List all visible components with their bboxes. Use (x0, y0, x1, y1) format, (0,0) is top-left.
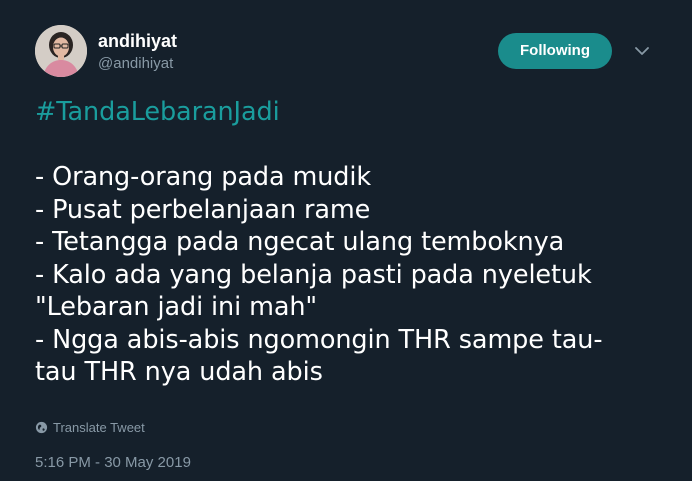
globe-icon (35, 421, 48, 434)
following-button[interactable]: Following (498, 33, 612, 69)
avatar[interactable] (35, 25, 87, 77)
user-info[interactable]: andihiyat @andihiyat (98, 30, 177, 74)
tweet-line: - Orang-orang pada mudik (35, 162, 372, 192)
display-name[interactable]: andihiyat (98, 30, 177, 52)
tweet-line: "Lebaran jadi ini mah" (35, 292, 318, 322)
tweet-line: - Kalo ada yang belanja pasti pada nyele… (35, 259, 592, 290)
translate-tweet-link[interactable]: Translate Tweet (35, 420, 145, 435)
tweet-line: - Tetangga pada ngecat ulang temboknya (35, 227, 565, 257)
tweet-line: - Ngga abis-abis ngomongin THR sampe tau… (35, 324, 603, 355)
tweet-line: - Pusat perbelanjaan rame (35, 194, 371, 225)
tweet-line: tau THR nya udah abis (35, 357, 323, 387)
tweet-timestamp[interactable]: 5:16 PM - 30 May 2019 (35, 454, 191, 471)
user-handle[interactable]: @andihiyat (98, 54, 177, 74)
chevron-down-icon[interactable] (633, 43, 651, 57)
translate-label: Translate Tweet (53, 420, 145, 435)
avatar-image (35, 25, 87, 77)
hashtag-link[interactable]: #TandaLebaranJadi (35, 97, 280, 127)
tweet-card: andihiyat @andihiyat Following #TandaLeb… (0, 0, 692, 481)
tweet-text: #TandaLebaranJadi - Orang-orang pada mud… (35, 96, 675, 389)
